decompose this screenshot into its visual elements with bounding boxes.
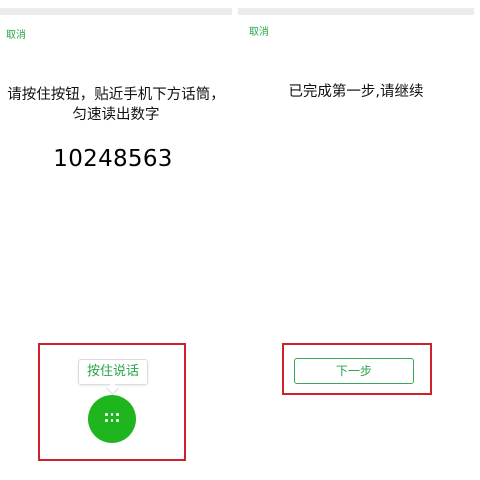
step-complete-text: 已完成第一步,请继续 bbox=[288, 84, 424, 100]
dots-grid-icon bbox=[105, 413, 119, 423]
hold-to-talk-button[interactable] bbox=[88, 395, 136, 443]
next-step-button[interactable]: 下一步 bbox=[294, 358, 414, 384]
status-bar bbox=[0, 8, 232, 15]
comparison-canvas: 取消 请按住按钮，贴近手机下方话筒，匀速读出数字 10248563 按住说话 取… bbox=[0, 0, 480, 480]
voice-input-screen: 取消 请按住按钮，贴近手机下方话筒，匀速读出数字 10248563 按住说话 bbox=[0, 0, 232, 480]
hold-to-talk-tooltip: 按住说话 bbox=[78, 359, 148, 385]
step-complete-screen: 取消 已完成第一步,请继续 下一步 bbox=[238, 0, 474, 480]
status-bar bbox=[238, 8, 474, 15]
digits-to-read: 10248563 bbox=[53, 146, 173, 172]
cancel-link[interactable]: 取消 bbox=[6, 26, 26, 41]
instruction-text: 请按住按钮，贴近手机下方话筒，匀速读出数字 bbox=[7, 87, 225, 123]
cancel-link[interactable]: 取消 bbox=[249, 23, 269, 38]
